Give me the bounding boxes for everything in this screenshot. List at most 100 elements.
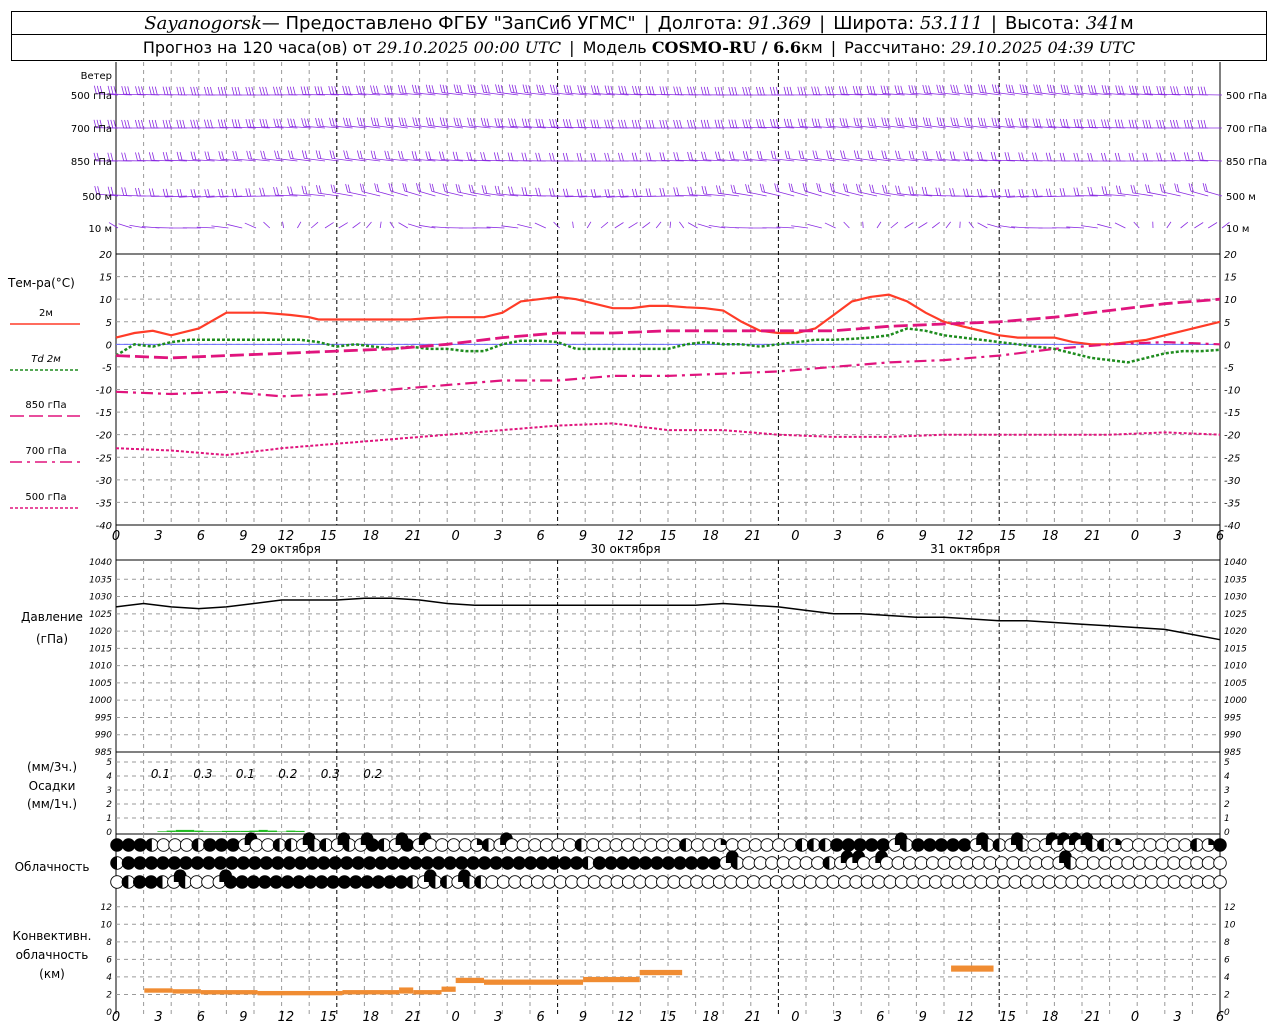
wind-barb-flag [210,86,213,96]
cloud-symbol-fill [1097,838,1104,852]
wind-barb-flag [403,85,407,94]
wind-barb-flag [679,86,683,95]
wind-barb-flag [774,183,778,192]
cloud-symbol-fill [823,856,830,870]
wind-barb-flag [237,86,241,96]
wind-barb-flag [400,85,404,94]
wind-barb-flag [332,150,336,159]
wind-barb-flag [731,119,735,128]
wind-barb-flag [135,86,138,95]
wind-barb-flag [398,150,401,160]
wind-barb-flag [714,119,718,128]
wind-barb-flag [662,187,666,197]
wind-barb-flag [742,119,746,128]
conv-ytick-right-1: 10 [1224,920,1236,930]
wind-barb-flag [991,117,995,126]
cloud-symbol [1054,875,1068,889]
wind-barb-flag [524,152,528,161]
cloud-symbol [558,856,572,870]
cloud-symbol [1213,856,1227,870]
cloud-symbol [337,875,352,889]
wind-barb-flag [624,119,627,128]
wind-barb-flag [634,85,638,95]
wind-barb-flag [648,152,652,161]
wind-barb-flag [1159,183,1163,192]
cloud-symbol [565,875,579,889]
conv-x-tick-label-24: 0 [1131,1010,1139,1024]
wind-barb-flag [273,86,276,95]
wind-barb-flag [343,117,346,126]
cloud-symbol [830,838,844,852]
cloud-symbol [638,856,653,870]
wind-barb-flag [1115,85,1119,94]
wind-barb-flag [1114,152,1118,162]
wind-barb-flag [841,86,845,95]
wind-barb-flag [1173,119,1176,129]
wind-barb-flag [1021,152,1025,161]
wind-barb-flag [466,151,470,161]
cloud-symbol [271,856,285,870]
wind-barb-flag [1186,86,1190,95]
cloud-symbol [644,875,659,889]
wind-barb-flag [632,85,635,95]
legend-label-0: 2м [39,308,53,319]
wind-barb-flag [1046,84,1050,93]
wind-barb-flag [840,150,843,159]
wind-barb-flag [1036,84,1039,93]
wind-barb-flag [645,86,649,95]
cloud-symbol [1110,875,1125,889]
wind-barb-flag [1133,185,1137,194]
wind-barb-flag [262,86,265,95]
cloud-symbol [569,856,584,870]
wind-barb-flag [897,85,901,94]
wind-barb-flag [1197,86,1201,95]
cloud-symbol-fill [273,838,280,852]
x-tick-label-25: 3 [1173,529,1181,544]
wind-barb-flag [994,84,998,93]
temp-ytick-left-8: -20 [96,431,112,442]
cloud-symbol [792,875,807,889]
wind-barb-flag [577,84,581,94]
wind-barb-flag [301,185,305,194]
wind-barb-flag [470,117,473,127]
wind-barb-flag [162,86,166,95]
cloud-symbol [508,875,522,889]
wind-barb-flag [1131,85,1135,94]
cloud-symbol [1155,838,1169,852]
wind-barb-flag [415,117,418,126]
wind-barb-flag [576,119,580,128]
cloud-symbol [326,875,340,889]
wind-barb-flag [811,86,815,95]
wind-barb-flag [204,119,207,128]
wind-barb-flag [884,185,888,194]
precip-bar [267,830,277,832]
wind-barb-flag [922,150,926,160]
temp-ytick-right-1: 15 [1224,273,1237,284]
wind-barb-flag [569,85,573,94]
wind-barb-flag [762,86,765,96]
precip-unit-bottom: (мм/1ч.) [27,797,77,811]
wind-barb-flag [525,84,529,93]
date-label-2: 31 октября [930,542,1000,556]
wind-barb-shaft [600,221,609,229]
wind-barb-flag [483,152,486,161]
wind-barb-flag [1066,85,1070,94]
cloud-symbol [431,856,446,870]
wind-barb-flag [411,84,415,93]
wind-barb-flag [1074,84,1078,93]
wind-barb-flag [993,152,997,161]
wind-barb-flag [966,188,969,197]
wind-barb-shaft [1166,221,1172,229]
wind-barb-flag [789,119,793,128]
wind-barb-flag [217,119,221,128]
wind-barb-flag [290,150,294,159]
wind-barb-flag [412,117,416,126]
wind-barb-flag [964,84,967,93]
date-label-0: 29 октября [251,542,321,556]
cloud-symbol [903,856,917,870]
cloud-symbol [1133,875,1148,889]
wind-barb-flag [357,150,360,159]
wind-barb-flag [1147,184,1151,193]
wind-barb-flag [873,118,876,127]
wind-barb-flag [538,118,542,127]
